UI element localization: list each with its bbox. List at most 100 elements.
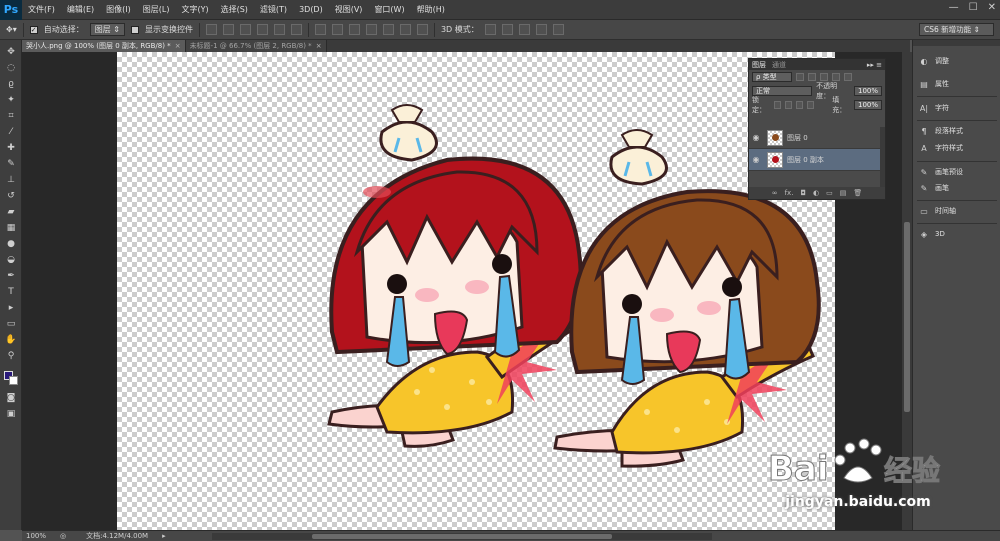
lock-transparency-icon[interactable] xyxy=(773,101,781,109)
panel-menu-icon[interactable]: ▸▸ ≡ xyxy=(867,61,882,69)
menu-3d[interactable]: 3D(D) xyxy=(293,5,329,14)
menu-help[interactable]: 帮助(H) xyxy=(411,4,451,15)
clone-stamp-tool-icon[interactable]: ⊥ xyxy=(4,174,18,186)
path-select-tool-icon[interactable]: ▸ xyxy=(4,302,18,314)
visibility-eye-icon[interactable]: ◉ xyxy=(749,155,763,164)
type-tool-icon[interactable]: T xyxy=(4,286,18,298)
align-left-icon[interactable] xyxy=(256,24,268,35)
menu-image[interactable]: 图像(I) xyxy=(100,4,137,15)
healing-brush-tool-icon[interactable]: ✚ xyxy=(4,142,18,154)
tab-layers[interactable]: 图层 xyxy=(752,60,766,70)
dock-item-brush[interactable]: ✎ 画笔 xyxy=(919,181,997,195)
layer-style-icon[interactable]: fx. xyxy=(785,189,794,197)
lock-all-icon[interactable] xyxy=(807,101,815,109)
align-center-icon[interactable] xyxy=(273,24,285,35)
layer-row-layer-0-copy[interactable]: ◉ 图层 0 副本 xyxy=(749,149,881,171)
lasso-tool-icon[interactable]: ϱ xyxy=(4,78,18,90)
delete-layer-icon[interactable]: 🗑 xyxy=(853,189,862,197)
quick-mask-icon[interactable]: ◙ xyxy=(4,392,18,404)
screen-mode-icon[interactable]: ▣ xyxy=(4,408,18,420)
dock-item-properties[interactable]: ▤ 属性 xyxy=(919,77,997,91)
dock-item-brush-presets[interactable]: ✎ 画笔预设 xyxy=(919,165,997,179)
auto-select-dropdown[interactable]: 图层 ⇕ xyxy=(89,23,125,36)
filter-adjust-icon[interactable] xyxy=(808,73,816,81)
auto-select-checkbox[interactable]: ✓ xyxy=(29,25,38,34)
close-button[interactable]: ✕ xyxy=(988,2,996,13)
menu-view[interactable]: 视图(V) xyxy=(329,4,369,15)
adjustment-layer-icon[interactable]: ◐ xyxy=(813,189,819,197)
opacity-field[interactable]: 100% xyxy=(853,86,882,96)
quick-select-tool-icon[interactable]: ✦ xyxy=(4,94,18,106)
align-top-icon[interactable] xyxy=(205,24,217,35)
rotate-3d-icon[interactable] xyxy=(484,24,496,35)
zoom-tool-icon[interactable]: ⚲ xyxy=(4,350,18,362)
drag-3d-icon[interactable] xyxy=(518,24,530,35)
document-canvas[interactable] xyxy=(117,52,835,530)
layer-row-layer-0[interactable]: ◉ 图层 0 xyxy=(749,127,881,149)
layer-filter-dropdown[interactable]: ρ 类型 xyxy=(752,72,792,82)
scale-3d-icon[interactable] xyxy=(552,24,564,35)
distribute-left-icon[interactable] xyxy=(365,24,377,35)
align-middle-icon[interactable] xyxy=(222,24,234,35)
lock-position-icon[interactable] xyxy=(796,101,804,109)
auto-align-icon[interactable] xyxy=(416,24,428,35)
scrollbar-thumb[interactable] xyxy=(312,534,612,539)
tab-document-1[interactable]: 哭小人.png @ 100% (图层 0 副本, RGB/8) * × xyxy=(22,40,186,52)
new-group-icon[interactable]: ▭ xyxy=(826,189,833,197)
distribute-right-icon[interactable] xyxy=(399,24,411,35)
add-mask-icon[interactable]: ◘ xyxy=(800,189,806,197)
dock-item-character[interactable]: A| 字符 xyxy=(919,101,997,115)
move-tool-icon[interactable]: ✥ xyxy=(4,46,18,58)
shape-tool-icon[interactable]: ▭ xyxy=(4,318,18,330)
menu-select[interactable]: 选择(S) xyxy=(215,4,254,15)
distribute-middle-icon[interactable] xyxy=(331,24,343,35)
lock-pixels-icon[interactable] xyxy=(784,101,792,109)
slide-3d-icon[interactable] xyxy=(535,24,547,35)
tab-document-2[interactable]: 未标题-1 @ 66.7% (图层 2, RGB/8) * × xyxy=(185,40,327,52)
eraser-tool-icon[interactable]: ▰ xyxy=(4,206,18,218)
roll-3d-icon[interactable] xyxy=(501,24,513,35)
menu-filter[interactable]: 滤镜(T) xyxy=(254,4,293,15)
move-tool-icon[interactable]: ✥▾ xyxy=(6,25,17,34)
crop-tool-icon[interactable]: ⌗ xyxy=(4,110,18,122)
new-layer-icon[interactable]: ▤ xyxy=(840,189,847,197)
align-right-icon[interactable] xyxy=(290,24,302,35)
dock-item-3d[interactable]: ◈ 3D xyxy=(919,227,997,241)
dock-grip[interactable] xyxy=(913,40,1000,46)
menu-file[interactable]: 文件(F) xyxy=(22,4,61,15)
visibility-eye-icon[interactable]: ◉ xyxy=(749,133,763,142)
brush-tool-icon[interactable]: ✎ xyxy=(4,158,18,170)
show-transform-checkbox[interactable] xyxy=(130,25,139,34)
close-icon[interactable]: × xyxy=(316,42,322,50)
dock-item-paragraph-styles[interactable]: ¶ 段落样式 xyxy=(919,124,997,138)
distribute-center-icon[interactable] xyxy=(382,24,394,35)
filter-shape-icon[interactable] xyxy=(832,73,840,81)
layers-scrollbar[interactable] xyxy=(880,127,885,187)
menu-type[interactable]: 文字(Y) xyxy=(175,4,214,15)
dodge-tool-icon[interactable]: ◒ xyxy=(4,254,18,266)
status-menu-arrow[interactable]: ▸ xyxy=(162,532,166,540)
dock-item-timeline[interactable]: ▭ 时间轴 xyxy=(919,204,997,218)
fill-field[interactable]: 100% xyxy=(854,100,883,110)
tab-channels[interactable]: 通道 xyxy=(772,60,786,70)
menu-layer[interactable]: 图层(L) xyxy=(137,4,176,15)
horizontal-scrollbar[interactable] xyxy=(212,533,712,540)
dock-item-adjustments[interactable]: ◐ 调整 xyxy=(919,54,997,68)
distribute-top-icon[interactable] xyxy=(314,24,326,35)
background-color-swatch[interactable] xyxy=(9,376,18,385)
link-layers-icon[interactable]: ∞ xyxy=(772,189,778,197)
blur-tool-icon[interactable]: ● xyxy=(4,238,18,250)
close-icon[interactable]: × xyxy=(175,42,181,50)
filter-pixel-icon[interactable] xyxy=(796,73,804,81)
eyedropper-tool-icon[interactable]: ⁄ xyxy=(4,126,18,138)
filter-type-icon[interactable] xyxy=(820,73,828,81)
menu-edit[interactable]: 编辑(E) xyxy=(61,4,100,15)
history-brush-tool-icon[interactable]: ↺ xyxy=(4,190,18,202)
maximize-button[interactable]: ☐ xyxy=(969,2,978,13)
pen-tool-icon[interactable]: ✒ xyxy=(4,270,18,282)
scrollbar-thumb[interactable] xyxy=(904,222,910,412)
zoom-level[interactable]: 100% xyxy=(22,532,52,540)
dock-item-character-styles[interactable]: A 字符样式 xyxy=(919,141,997,155)
filter-smart-icon[interactable] xyxy=(844,73,852,81)
workspace-switcher[interactable]: CS6 新增功能 ⇕ xyxy=(919,23,994,36)
